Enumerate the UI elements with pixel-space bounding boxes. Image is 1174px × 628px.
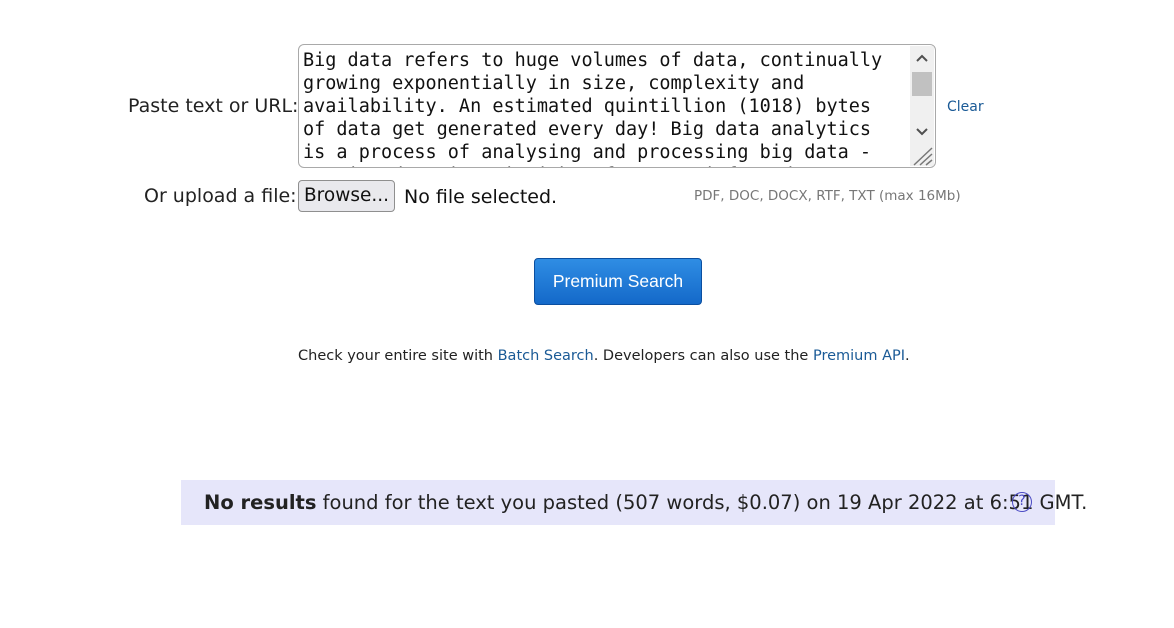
upload-file-label: Or upload a file: bbox=[144, 185, 297, 207]
premium-api-link[interactable]: Premium API bbox=[813, 348, 905, 364]
paste-textarea[interactable]: Big data refers to huge volumes of data,… bbox=[298, 44, 936, 168]
premium-search-button[interactable]: Premium Search bbox=[534, 258, 702, 305]
batch-search-info: Check your entire site with Batch Search… bbox=[298, 348, 910, 364]
chevron-up-icon[interactable] bbox=[910, 46, 934, 70]
batch-prefix-text: Check your entire site with bbox=[298, 348, 498, 364]
clear-link[interactable]: Clear bbox=[947, 99, 984, 115]
results-bold: No results bbox=[204, 491, 317, 514]
results-detail: found for the text you pasted (507 words… bbox=[316, 491, 1088, 514]
batch-search-link[interactable]: Batch Search bbox=[498, 348, 594, 364]
results-banner: No results found for the text you pasted… bbox=[181, 480, 1087, 525]
file-status-text: No file selected. bbox=[404, 186, 558, 208]
scrollbar-thumb[interactable] bbox=[912, 72, 932, 96]
textarea-content[interactable]: Big data refers to huge volumes of data,… bbox=[303, 49, 903, 167]
browse-button[interactable]: Browse... bbox=[298, 180, 395, 212]
batch-suffix-text: . bbox=[905, 348, 910, 364]
resize-grip-icon[interactable] bbox=[910, 144, 934, 166]
results-text: No results found for the text you pasted… bbox=[204, 491, 1087, 514]
chevron-down-icon[interactable] bbox=[910, 120, 934, 144]
batch-middle-text: . Developers can also use the bbox=[593, 348, 813, 364]
file-type-hint: PDF, DOC, DOCX, RTF, TXT (max 16Mb) bbox=[694, 188, 961, 204]
paste-text-label: Paste text or URL: bbox=[128, 95, 299, 117]
help-circle-icon[interactable]: ? bbox=[1012, 492, 1032, 512]
